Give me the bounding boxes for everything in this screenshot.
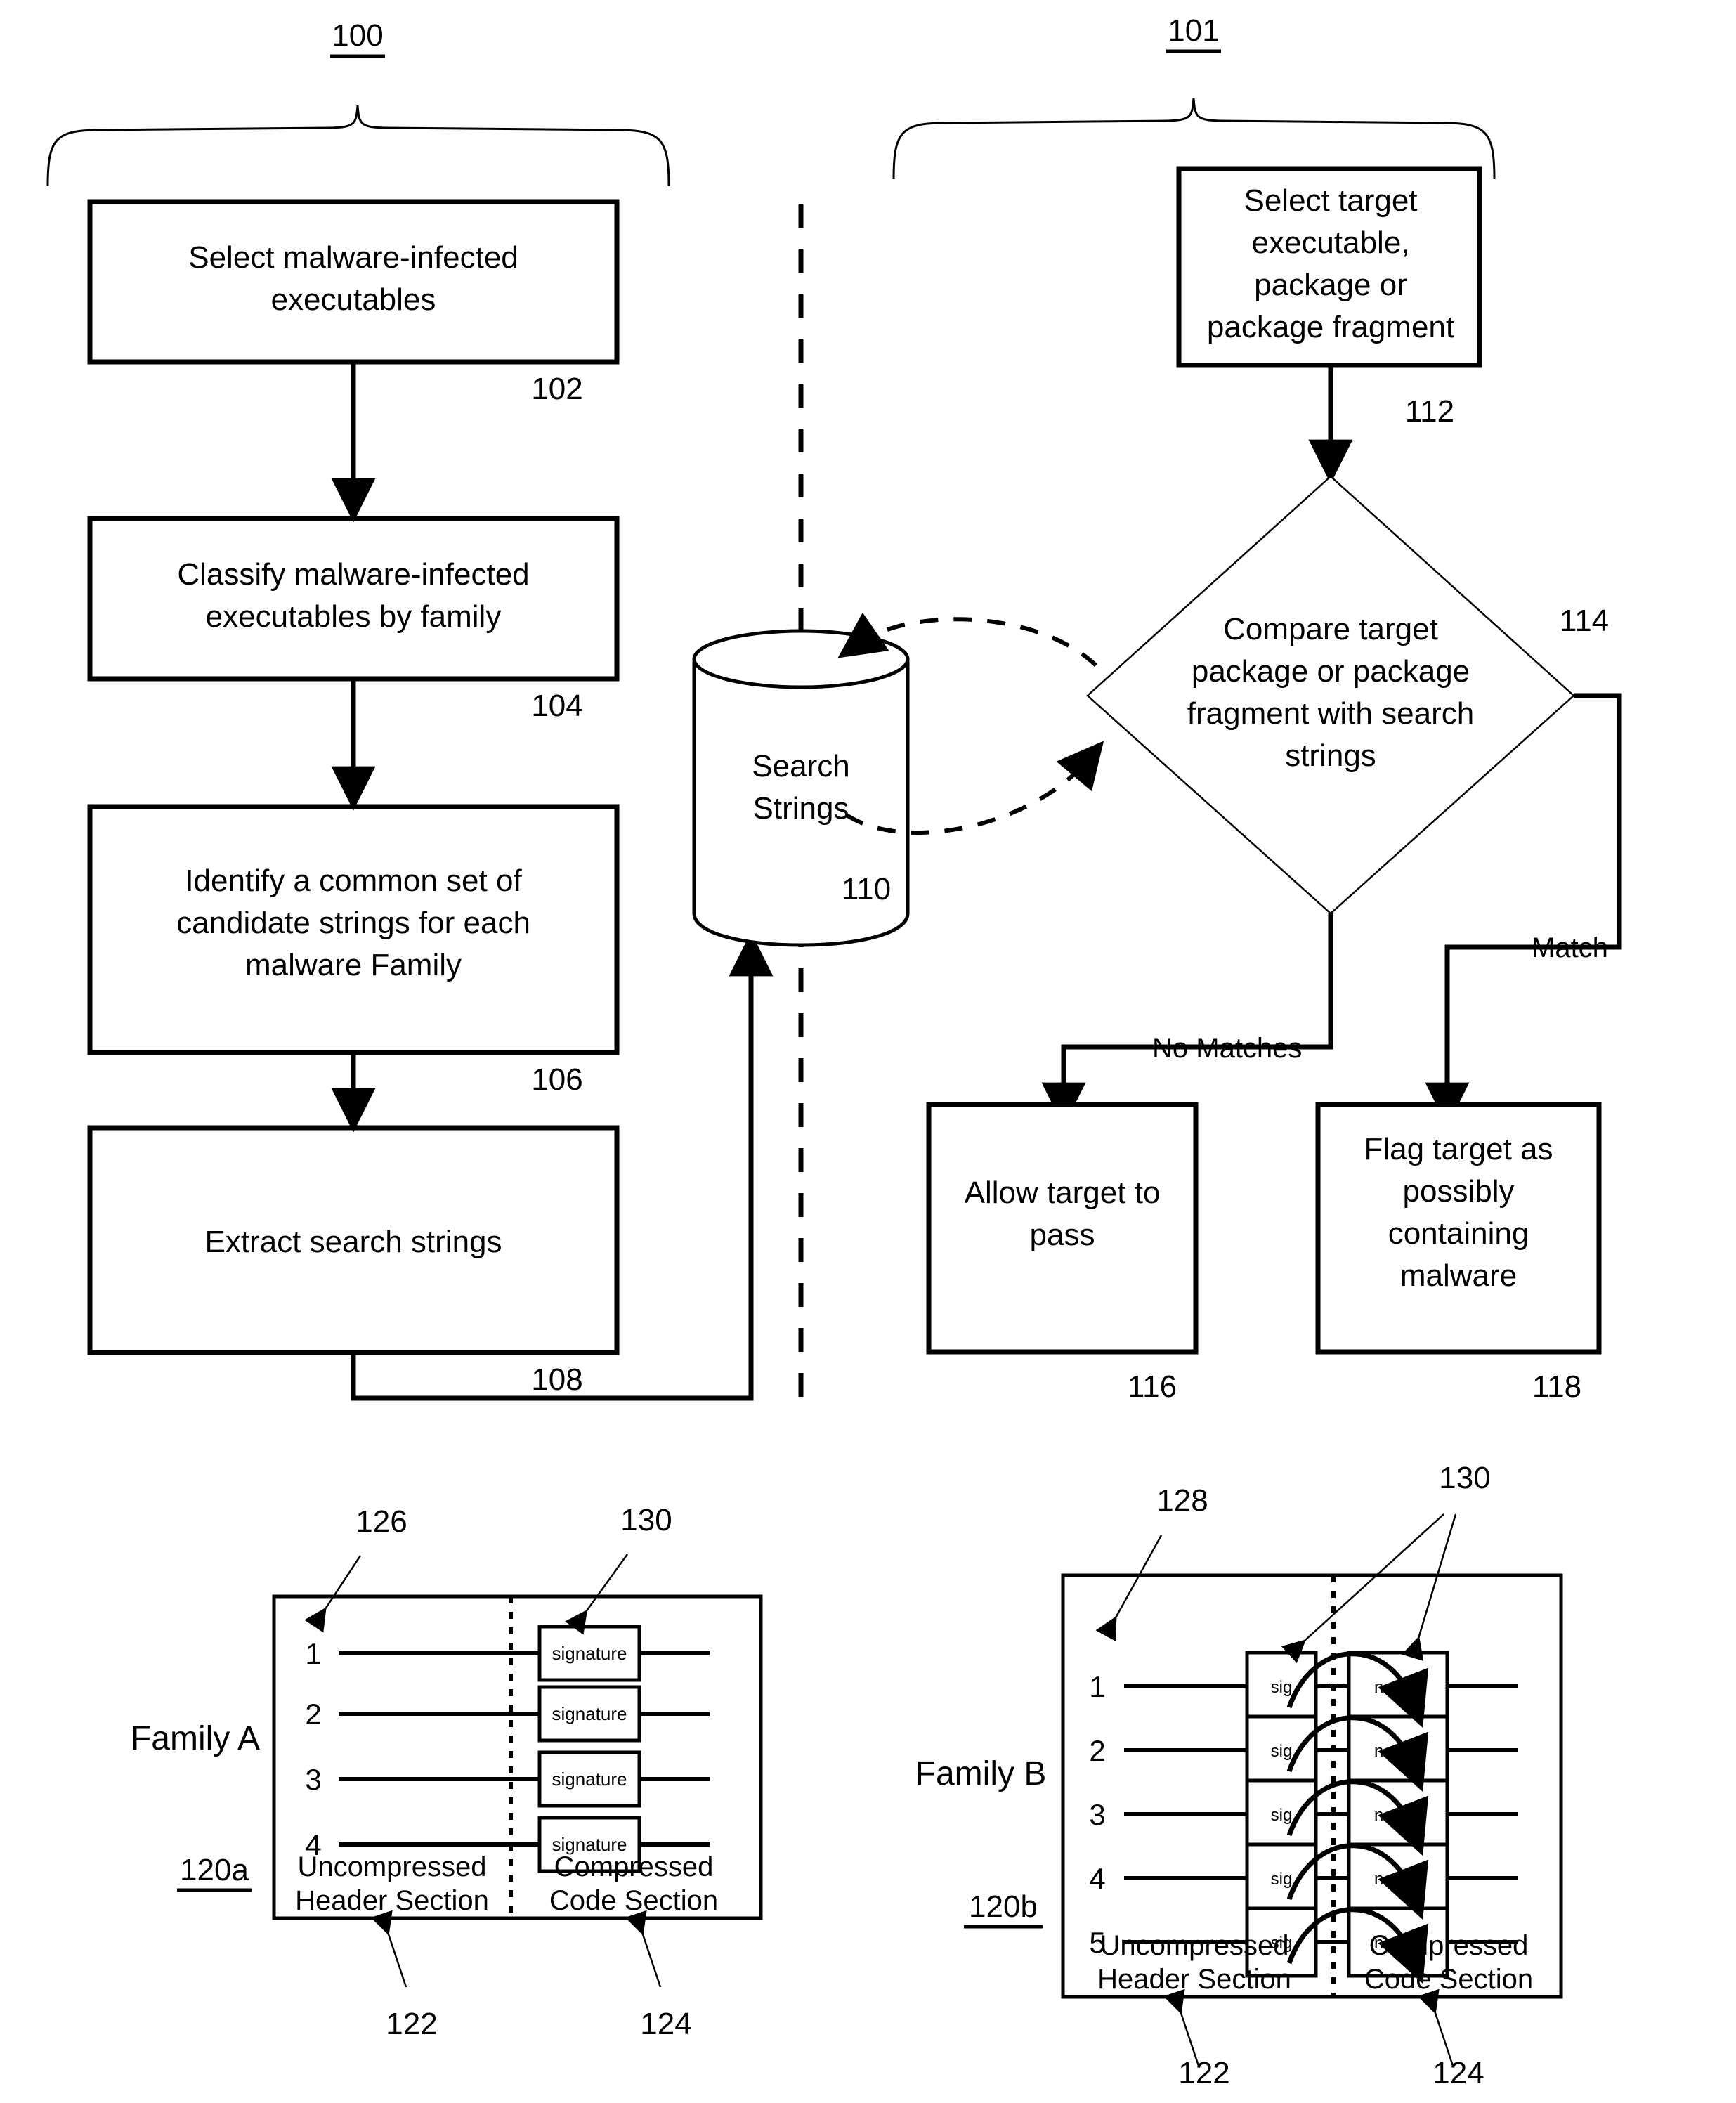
- group-ref-101: 101: [1166, 13, 1221, 53]
- datastore-110[interactable]: Search Strings: [752, 749, 849, 826]
- process-box-108[interactable]: Extract search strings: [204, 1225, 502, 1259]
- svg-text:Classify malware-infected: Classify malware-infected: [177, 557, 529, 592]
- callout-130-b: 130: [1439, 1461, 1490, 1495]
- svg-text:executable,: executable,: [1251, 226, 1409, 260]
- process-box-102[interactable]: Select malware-infected executables: [188, 240, 518, 317]
- edge-label-match: Match: [1532, 932, 1608, 963]
- callout-128: 128: [1156, 1483, 1208, 1518]
- family-a-right-section-line2: Code Section: [549, 1885, 718, 1916]
- svg-text:executables by family: executables by family: [206, 599, 502, 634]
- family-a-label: Family A: [131, 1720, 260, 1757]
- family-a-left-section-line2: Header Section: [295, 1885, 489, 1916]
- ref-label-112: 112: [1405, 394, 1454, 429]
- edge-label-no-matches: No Matches: [1152, 1033, 1302, 1064]
- process-box-116[interactable]: Allow target to pass: [965, 1176, 1161, 1252]
- svg-text:malware Family: malware Family: [245, 948, 462, 982]
- family-a-signature-label-2: signature: [552, 1703, 627, 1724]
- family-b-row-number-4: 4: [1089, 1862, 1105, 1895]
- svg-text:candidate strings for each: candidate strings for each: [176, 906, 530, 940]
- svg-text:Strings: Strings: [753, 791, 849, 826]
- ref-label-106: 106: [531, 1062, 582, 1097]
- callout-126: 126: [355, 1504, 407, 1539]
- family-a-row-number-3: 3: [305, 1763, 321, 1796]
- callout-130-a: 130: [620, 1503, 672, 1537]
- family-b-row-number-3: 3: [1089, 1798, 1105, 1831]
- family-b-nature-label-4: nature: [1374, 1870, 1422, 1889]
- family-a-signature-label-3: signature: [552, 1769, 627, 1790]
- family-a-row-number-1: 1: [305, 1637, 321, 1670]
- svg-text:Extract search strings: Extract search strings: [204, 1225, 502, 1259]
- family-a-left-section-line1: Uncompressed: [297, 1851, 486, 1882]
- process-box-104[interactable]: Classify malware-infected executables by…: [177, 557, 529, 634]
- family-b-row-number-2: 2: [1089, 1734, 1105, 1767]
- svg-text:Identify a common set of: Identify a common set of: [185, 864, 522, 898]
- svg-text:Compare target: Compare target: [1223, 612, 1438, 646]
- family-b-nature-label-1: nature: [1374, 1678, 1422, 1697]
- family-b-left-section-line1: Uncompressed: [1099, 1930, 1288, 1961]
- ref-label-114: 114: [1560, 604, 1609, 638]
- svg-text:Allow target to: Allow target to: [965, 1176, 1161, 1210]
- svg-text:malware: malware: [1400, 1258, 1517, 1293]
- svg-text:pass: pass: [1030, 1218, 1095, 1252]
- family-b-nature-label-3: nature: [1374, 1806, 1422, 1825]
- svg-text:executables: executables: [271, 282, 436, 317]
- process-box-118[interactable]: Flag target as possibly containing malwa…: [1364, 1132, 1553, 1293]
- svg-text:Select malware-infected: Select malware-infected: [188, 240, 518, 275]
- ref-label-102: 102: [531, 372, 582, 406]
- callout-124-b: 124: [1432, 2056, 1484, 2090]
- family-b-ref-120b: 120b: [964, 1889, 1043, 1929]
- callout-124-a: 124: [640, 2007, 691, 2041]
- family-b-right-section-line1: Compressed: [1369, 1930, 1529, 1961]
- svg-text:possibly: possibly: [1403, 1174, 1515, 1209]
- svg-text:package or package: package or package: [1192, 654, 1470, 689]
- svg-text:fragment with search: fragment with search: [1187, 696, 1474, 731]
- callout-122-b: 122: [1178, 2056, 1229, 2090]
- svg-text:Search: Search: [752, 749, 849, 783]
- ref-label-108: 108: [531, 1362, 582, 1397]
- patent-figure-page: 100 101 Select malware-infected executab…: [0, 0, 1736, 2103]
- ref-label-118: 118: [1532, 1369, 1581, 1404]
- family-a-right-section-line1: Compressed: [554, 1851, 714, 1882]
- callout-122-a: 122: [386, 2007, 437, 2041]
- family-b-sig-label-4: sig: [1271, 1870, 1293, 1889]
- ref-label-116: 116: [1128, 1369, 1177, 1404]
- family-b-sig-label-2: sig: [1271, 1742, 1293, 1761]
- svg-text:120b: 120b: [969, 1889, 1038, 1924]
- process-box-112[interactable]: Select target executable, package or pac…: [1207, 183, 1454, 344]
- svg-text:100: 100: [332, 18, 383, 53]
- svg-text:120a: 120a: [180, 1853, 249, 1887]
- family-b-label: Family B: [915, 1755, 1047, 1792]
- family-a-signature-label-1: signature: [552, 1643, 627, 1664]
- svg-text:containing: containing: [1388, 1216, 1529, 1251]
- svg-text:101: 101: [1168, 13, 1219, 48]
- family-b-left-section-line2: Header Section: [1097, 1964, 1291, 1995]
- group-ref-100: 100: [330, 18, 385, 58]
- ref-label-110: 110: [842, 872, 891, 906]
- family-a-ref-120a: 120a: [177, 1853, 252, 1892]
- family-b-sig-label-3: sig: [1271, 1806, 1293, 1825]
- svg-text:package fragment: package fragment: [1207, 310, 1454, 344]
- family-b-nature-label-2: nature: [1374, 1742, 1422, 1761]
- svg-text:Select target: Select target: [1244, 183, 1417, 218]
- svg-text:strings: strings: [1285, 738, 1376, 773]
- ref-label-104: 104: [531, 689, 582, 723]
- diagram-text: 100 101 Select malware-infected executab…: [131, 13, 1609, 2090]
- family-b-sig-label-1: sig: [1271, 1678, 1293, 1697]
- family-a-row-number-2: 2: [305, 1698, 321, 1731]
- family-b-right-section-line2: Code Section: [1364, 1964, 1533, 1995]
- family-b-row-number-1: 1: [1089, 1670, 1105, 1703]
- decision-box-114[interactable]: Compare target package or package fragme…: [1187, 612, 1474, 773]
- svg-text:package or: package or: [1254, 268, 1407, 302]
- process-box-106[interactable]: Identify a common set of candidate strin…: [176, 864, 530, 982]
- svg-text:Flag target as: Flag target as: [1364, 1132, 1553, 1166]
